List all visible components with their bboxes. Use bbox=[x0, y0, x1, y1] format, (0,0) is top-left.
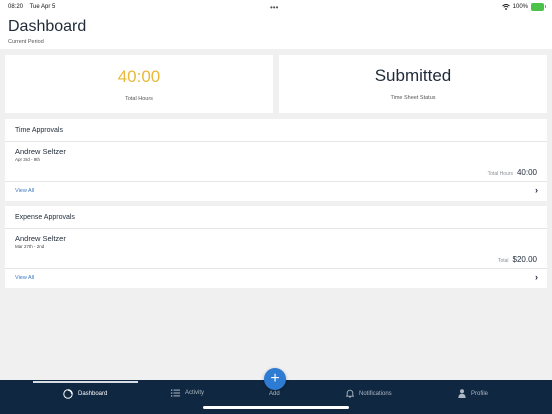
tab-label: Profile bbox=[471, 390, 489, 397]
tab-label: Dashboard bbox=[78, 391, 108, 397]
dashboard-icon bbox=[63, 389, 73, 399]
total-label: Total bbox=[497, 258, 509, 264]
page-title: Dashboard bbox=[8, 18, 87, 35]
total-hours-card: 40:00 Total Hours bbox=[5, 55, 273, 113]
status-indicators: 100% bbox=[501, 3, 546, 11]
tab-profile[interactable]: Profile bbox=[458, 389, 488, 398]
tab-label: Notifications bbox=[359, 390, 392, 397]
status-time: 08:20 bbox=[8, 4, 24, 10]
total-value: $20.00 bbox=[512, 255, 537, 264]
expense-approvals-card: Expense Approvals Andrew Seltzer Mar 27t… bbox=[5, 206, 547, 288]
timesheet-status-value: Submitted bbox=[374, 66, 452, 85]
divider bbox=[5, 228, 547, 229]
bell-icon bbox=[346, 389, 354, 398]
total-value: 40:00 bbox=[516, 168, 537, 177]
battery-icon bbox=[531, 3, 546, 11]
tab-label: Activity bbox=[185, 390, 205, 396]
status-time-date: 08:20 Tue Apr 5 bbox=[8, 4, 60, 10]
timesheet-status-card: Submitted Time Sheet Status bbox=[279, 55, 547, 113]
tab-add-label[interactable]: Add bbox=[269, 391, 280, 397]
total-hours-value: 40:00 bbox=[117, 67, 161, 86]
divider bbox=[5, 268, 547, 269]
section-title: Time Approvals bbox=[15, 127, 63, 134]
tab-dashboard[interactable]: Dashboard bbox=[63, 389, 107, 399]
total-hours-label: Total Hours bbox=[125, 96, 153, 102]
approver-name: Andrew Seltzer bbox=[15, 234, 66, 243]
tab-notifications[interactable]: Notifications bbox=[346, 389, 392, 398]
active-tab-indicator bbox=[33, 381, 138, 383]
status-bar: 08:20 Tue Apr 5 ••• 100% bbox=[0, 0, 552, 14]
view-all-link[interactable]: View All bbox=[15, 275, 34, 281]
list-icon bbox=[171, 389, 180, 397]
total-amount: Total Hours 40:00 bbox=[488, 168, 537, 177]
home-indicator bbox=[203, 406, 349, 409]
multitasking-dots-icon[interactable]: ••• bbox=[270, 3, 278, 12]
total-amount: Total $20.00 bbox=[498, 255, 537, 264]
add-button[interactable]: + bbox=[264, 368, 286, 390]
page-header: Dashboard Current Period bbox=[0, 14, 552, 49]
view-all-link[interactable]: View All bbox=[15, 188, 34, 194]
timesheet-status-label: Time Sheet Status bbox=[390, 95, 436, 101]
status-date: Tue Apr 5 bbox=[29, 4, 56, 10]
divider bbox=[5, 141, 547, 142]
page-subtitle: Current Period bbox=[8, 39, 44, 45]
divider bbox=[5, 181, 547, 182]
period-dates: Mar 27th - 2nd bbox=[15, 244, 45, 249]
approver-name: Andrew Seltzer bbox=[15, 147, 66, 156]
chevron-right-icon[interactable]: › bbox=[535, 272, 538, 282]
battery-percent: 100% bbox=[512, 4, 528, 10]
wifi-icon bbox=[501, 4, 510, 10]
total-label: Total Hours bbox=[487, 171, 513, 177]
time-approvals-card: Time Approvals Andrew Seltzer Apr 3rd - … bbox=[5, 119, 547, 201]
period-dates: Apr 3rd - 9th bbox=[15, 157, 41, 162]
person-icon bbox=[458, 389, 466, 398]
section-title: Expense Approvals bbox=[15, 214, 75, 221]
chevron-right-icon[interactable]: › bbox=[535, 185, 538, 195]
tab-activity[interactable]: Activity bbox=[171, 389, 204, 397]
